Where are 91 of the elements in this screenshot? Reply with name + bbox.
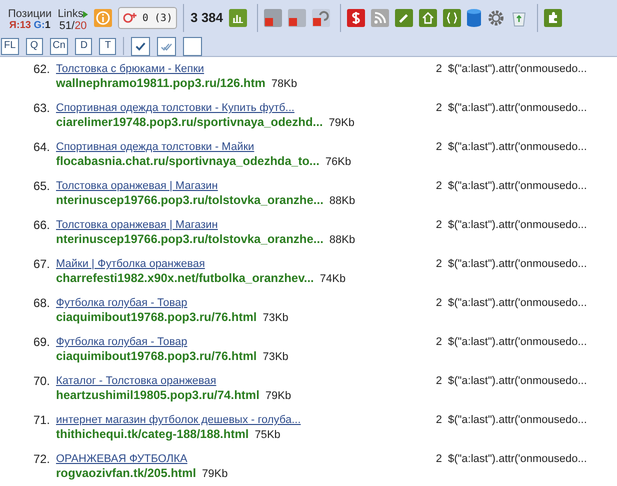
settings-icon[interactable]: [487, 9, 506, 27]
result-url: ciarelimer19748.pop3.ru/sportivnaya_odezhd...: [56, 115, 323, 130]
result-code: $("a:last").attr('onmousedo...: [448, 296, 587, 311]
result-title-link[interactable]: Спортивная одежда толстовки - Купить футб...: [56, 101, 294, 115]
result-number: 69.: [32, 335, 51, 351]
result-code: $("a:last").attr('onmousedo...: [448, 62, 587, 77]
pencil-icon[interactable]: [395, 9, 414, 27]
result-count: 2: [434, 62, 443, 77]
result-title-link[interactable]: интернет магазин футболок дешевых - голуба...: [56, 413, 301, 427]
result-code: $("a:last").attr('onmousedo...: [448, 218, 587, 233]
result-url: wallnephramo19811.pop3.ru/126.htm: [56, 76, 266, 91]
result-title-link[interactable]: Каталог - Толстовка оранжевая: [56, 374, 216, 388]
filter-button[interactable]: D: [75, 38, 92, 54]
result-number: 65.: [32, 179, 51, 195]
braces-icon[interactable]: [443, 9, 462, 27]
checkbox-toggle[interactable]: [131, 36, 150, 56]
result-code: $("a:last").attr('onmousedo...: [448, 257, 587, 272]
result-number: 62.: [32, 62, 51, 78]
result-number: 63.: [32, 101, 51, 117]
result-url: ciaquimibout19768.pop3.ru/76.html: [56, 349, 257, 364]
result-count: 2: [434, 218, 443, 233]
bar-chart-icon[interactable]: [229, 9, 248, 27]
result-code: $("a:last").attr('onmousedo...: [448, 452, 587, 467]
result-size: 79Kb: [265, 389, 292, 404]
result-url: thithichequi.tk/categ-188/188.html: [56, 427, 249, 442]
result-size: 75Kb: [254, 428, 280, 443]
google-plus-button[interactable]: 0 (3): [118, 7, 178, 29]
info-icon[interactable]: [94, 9, 112, 27]
result-code: $("a:last").attr('onmousedo...: [448, 179, 587, 194]
play-arrow-icon: [83, 10, 88, 18]
result-title-link[interactable]: Толстовка с брюками - Кепки: [56, 62, 204, 76]
result-number: 68.: [32, 296, 51, 312]
result-url: heartzushimil19805.pop3.ru/74.html: [56, 388, 260, 403]
result-code: $("a:last").attr('onmousedo...: [448, 140, 587, 155]
result-count: 2: [434, 140, 443, 155]
checkbox-toggle[interactable]: [183, 36, 202, 56]
home-icon[interactable]: [419, 9, 438, 27]
result-number: 67.: [32, 257, 51, 273]
result-count: 2: [434, 374, 443, 389]
result-number: 70.: [32, 374, 51, 390]
result-count: 2: [434, 452, 443, 467]
result-url: charrefesti1982.x90x.net/futbolka_oranzhev...: [56, 271, 314, 286]
result-count: 2: [434, 179, 443, 194]
checkbox-toggle[interactable]: [157, 36, 176, 56]
result-count: 2: [434, 413, 443, 428]
result-code: $("a:last").attr('onmousedo...: [448, 413, 587, 428]
result-size: 79Kb: [202, 467, 228, 482]
database-icon[interactable]: [467, 9, 482, 27]
result-number: 72.: [32, 452, 51, 468]
result-count: 2: [434, 296, 443, 311]
result-code: $("a:last").attr('onmousedo...: [448, 374, 587, 389]
positions-counts: Я:13 G:1: [9, 20, 50, 32]
positions-label: Позиции: [8, 8, 52, 20]
result-size: 88Kb: [329, 233, 356, 248]
filter-button[interactable]: Q: [26, 38, 43, 54]
result-size: 73Kb: [262, 350, 288, 365]
result-url: nterinuscep19766.pop3.ru/tolstovka_oranzhe...: [56, 232, 324, 247]
links-counts: 51/20: [59, 20, 87, 32]
result-title-link[interactable]: Толстовка оранжевая | Магазин: [56, 218, 218, 232]
result-number: 71.: [32, 413, 51, 429]
result-number: 64.: [32, 140, 51, 156]
rss-icon[interactable]: [371, 9, 390, 27]
result-count: 2: [434, 335, 443, 350]
result-title-link[interactable]: Спортивная одежда толстовки - Майки: [56, 140, 254, 154]
result-count: 2: [434, 257, 443, 272]
result-size: 79Kb: [328, 116, 354, 131]
result-size: 74Kb: [320, 272, 346, 287]
puzzle-icon[interactable]: [544, 9, 562, 27]
filter-button[interactable]: T: [99, 38, 116, 54]
result-number: 66.: [32, 218, 51, 234]
result-size: 73Kb: [262, 311, 288, 326]
result-code: $("a:last").attr('onmousedo...: [448, 101, 587, 116]
result-code: $("a:last").attr('onmousedo...: [448, 335, 587, 350]
result-count: 2: [434, 101, 443, 116]
result-size: 88Kb: [329, 194, 356, 209]
links-label: Links: [58, 8, 88, 20]
result-title-link[interactable]: ОРАНЖЕВАЯ ФУТБОЛКА: [56, 452, 188, 466]
result-title-link[interactable]: Толстовка оранжевая | Магазин: [56, 179, 218, 193]
result-title-link[interactable]: Майки | Футболка оранжевая: [56, 257, 205, 271]
dollar-icon[interactable]: [347, 9, 366, 27]
filter-button[interactable]: FL: [1, 38, 19, 54]
result-size: 78Kb: [271, 77, 298, 92]
counter-value: 3 384: [190, 9, 224, 28]
result-title-link[interactable]: Футболка голубая - Товар: [56, 335, 188, 349]
result-size: 76Kb: [325, 155, 352, 170]
result-title-link[interactable]: Футболка голубая - Товар: [56, 296, 188, 310]
result-url: flocabasnia.chat.ru/sportivnaya_odezhda_to...: [56, 154, 320, 169]
result-url: rogvaozivfan.tk/205.html: [56, 466, 196, 481]
filter-button[interactable]: Cn: [50, 38, 68, 54]
result-url: ciaquimibout19768.pop3.ru/76.html: [56, 310, 257, 325]
result-url: nterinuscep19766.pop3.ru/tolstovka_oranzhe...: [56, 193, 324, 208]
